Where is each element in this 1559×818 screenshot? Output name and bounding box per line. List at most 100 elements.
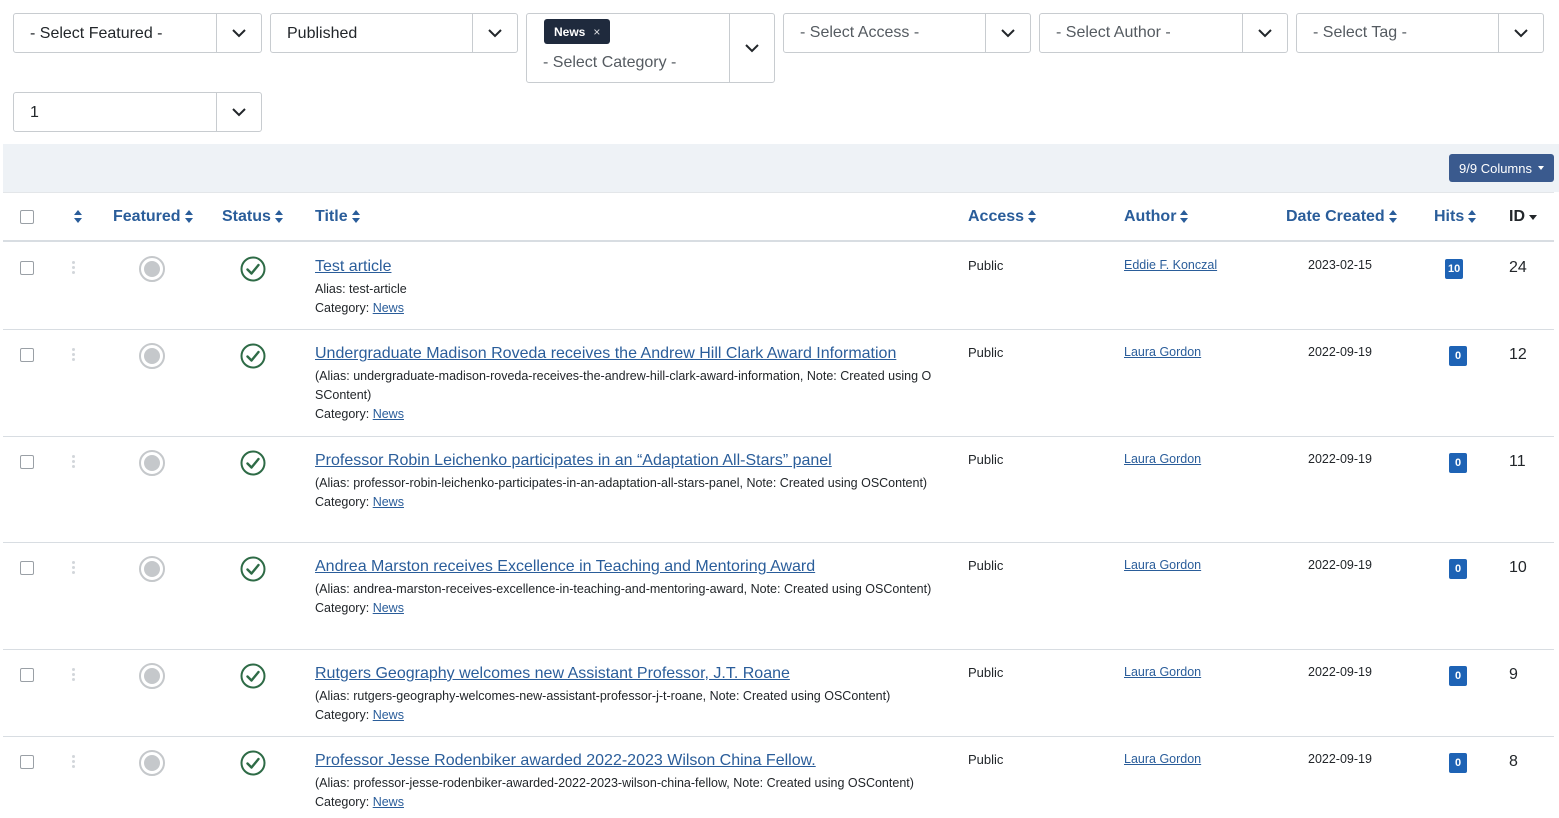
- featured-toggle-icon[interactable]: [139, 556, 165, 582]
- sort-icon: [1180, 210, 1189, 224]
- author-column-header[interactable]: Author: [1124, 208, 1189, 226]
- article-alias: (Alias: professor-jesse-rodenbiker-award…: [315, 776, 914, 790]
- category-link[interactable]: News: [373, 301, 404, 315]
- featured-toggle-icon[interactable]: [139, 750, 165, 776]
- featured-toggle-icon[interactable]: [139, 256, 165, 282]
- drag-handle-icon[interactable]: [72, 755, 76, 770]
- article-title-link[interactable]: Professor Jesse Rodenbiker awarded 2022-…: [315, 752, 816, 770]
- article-meta: Alias: test-article Category: News: [315, 280, 937, 318]
- category-link[interactable]: News: [373, 601, 404, 615]
- published-filter-value: Published: [287, 25, 358, 42]
- table-row: Professor Robin Leichenko participates i…: [3, 437, 1554, 543]
- author-link[interactable]: Laura Gordon: [1124, 752, 1201, 766]
- featured-toggle-icon[interactable]: [139, 343, 165, 369]
- chevron-down-icon: [729, 14, 774, 82]
- access-filter-select[interactable]: - Select Access -: [783, 13, 1031, 53]
- hits-badge: 0: [1449, 453, 1467, 473]
- category-label: Category:: [315, 795, 370, 809]
- tag-filter-select[interactable]: - Select Tag -: [1296, 13, 1544, 53]
- hits-badge: 0: [1449, 346, 1467, 366]
- article-id: 11: [1509, 453, 1526, 470]
- published-check-icon[interactable]: [240, 450, 266, 476]
- drag-handle-icon[interactable]: [72, 348, 76, 363]
- article-title-link[interactable]: Professor Robin Leichenko participates i…: [315, 452, 832, 470]
- ordering-sort-header[interactable]: [70, 208, 82, 226]
- author-filter-select[interactable]: - Select Author -: [1039, 13, 1288, 53]
- author-link[interactable]: Eddie F. Konczal: [1124, 258, 1217, 272]
- hits-badge: 0: [1449, 666, 1467, 686]
- featured-column-header[interactable]: Featured: [113, 208, 193, 226]
- title-header-label: Title: [315, 208, 348, 225]
- drag-handle-icon[interactable]: [72, 561, 76, 576]
- category-label: Category:: [315, 708, 370, 722]
- columns-toggle-button[interactable]: 9/9 Columns: [1449, 154, 1554, 182]
- featured-toggle-icon[interactable]: [139, 663, 165, 689]
- sort-icon: [1388, 210, 1397, 224]
- row-checkbox[interactable]: [20, 668, 34, 682]
- row-checkbox[interactable]: [20, 455, 34, 469]
- article-title-link[interactable]: Test article: [315, 258, 391, 276]
- row-checkbox[interactable]: [20, 561, 34, 575]
- title-column-header[interactable]: Title: [315, 208, 360, 226]
- category-link[interactable]: News: [373, 795, 404, 809]
- sort-icon: [351, 210, 360, 224]
- drag-handle-icon[interactable]: [72, 261, 76, 276]
- published-check-icon[interactable]: [240, 343, 266, 369]
- article-title-link[interactable]: Undergraduate Madison Roveda receives th…: [315, 345, 896, 363]
- hits-badge: 0: [1449, 753, 1467, 773]
- date-created-value: 2022-09-19: [1308, 452, 1372, 466]
- article-title-link[interactable]: Andrea Marston receives Excellence in Te…: [315, 558, 815, 576]
- article-category: Category: News: [315, 493, 937, 512]
- date-created-value: 2022-09-19: [1308, 558, 1372, 572]
- drag-handle-icon[interactable]: [72, 455, 76, 470]
- category-label: Category:: [315, 601, 370, 615]
- published-check-icon[interactable]: [240, 750, 266, 776]
- access-column-header[interactable]: Access: [968, 208, 1037, 226]
- category-label: Category:: [315, 301, 370, 315]
- drag-handle-icon[interactable]: [72, 668, 76, 683]
- article-id: 10: [1509, 559, 1527, 576]
- chevron-down-icon: [472, 14, 517, 52]
- category-tag-label: News: [554, 24, 586, 39]
- published-filter-select[interactable]: Published: [270, 13, 518, 53]
- columns-toggle-label: 9/9 Columns: [1459, 160, 1532, 176]
- category-filter-select[interactable]: News × - Select Category -: [526, 13, 775, 83]
- published-check-icon[interactable]: [240, 663, 266, 689]
- date-created-value: 2022-09-19: [1308, 665, 1372, 679]
- published-check-icon[interactable]: [240, 256, 266, 282]
- featured-toggle-icon[interactable]: [139, 450, 165, 476]
- access-value: Public: [968, 558, 1004, 573]
- category-link[interactable]: News: [373, 708, 404, 722]
- article-meta: (Alias: undergraduate-madison-roveda-rec…: [315, 367, 937, 424]
- category-link[interactable]: News: [373, 495, 404, 509]
- article-alias: (Alias: rutgers-geography-welcomes-new-a…: [315, 689, 891, 703]
- article-alias: (Alias: undergraduate-madison-roveda-rec…: [315, 369, 932, 402]
- row-checkbox[interactable]: [20, 348, 34, 362]
- author-link[interactable]: Laura Gordon: [1124, 452, 1201, 466]
- caret-down-icon: [1538, 166, 1544, 170]
- article-meta: (Alias: rutgers-geography-welcomes-new-a…: [315, 687, 937, 725]
- status-column-header[interactable]: Status: [222, 208, 283, 226]
- hits-badge: 10: [1445, 259, 1464, 279]
- published-check-icon[interactable]: [240, 556, 266, 582]
- author-link[interactable]: Laura Gordon: [1124, 665, 1201, 679]
- row-checkbox[interactable]: [20, 261, 34, 275]
- id-column-header[interactable]: ID: [1509, 208, 1537, 226]
- level-filter-select[interactable]: 1: [13, 92, 262, 132]
- hits-column-header[interactable]: Hits: [1434, 208, 1477, 226]
- author-link[interactable]: Laura Gordon: [1124, 345, 1201, 359]
- select-all-checkbox[interactable]: [20, 210, 34, 224]
- date-created-column-header[interactable]: Date Created: [1286, 208, 1397, 226]
- table-row: Undergraduate Madison Roveda receives th…: [3, 330, 1554, 437]
- article-title-link[interactable]: Rutgers Geography welcomes new Assistant…: [315, 665, 790, 683]
- category-link[interactable]: News: [373, 407, 404, 421]
- access-value: Public: [968, 665, 1004, 680]
- author-link[interactable]: Laura Gordon: [1124, 558, 1201, 572]
- row-checkbox[interactable]: [20, 755, 34, 769]
- access-filter-value: - Select Access -: [800, 24, 920, 41]
- table-row: Professor Jesse Rodenbiker awarded 2022-…: [3, 737, 1554, 818]
- author-header-label: Author: [1124, 208, 1177, 225]
- remove-tag-icon[interactable]: ×: [593, 25, 600, 39]
- article-category: Category: News: [315, 299, 937, 318]
- featured-filter-select[interactable]: - Select Featured -: [13, 13, 262, 53]
